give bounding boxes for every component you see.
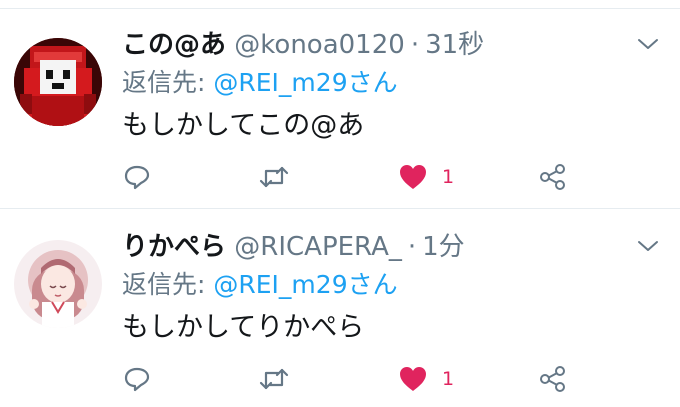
- retweet-button[interactable]: [258, 160, 290, 194]
- reply-icon: [124, 165, 150, 190]
- reply-button[interactable]: [122, 160, 152, 194]
- heart-icon: [400, 165, 426, 189]
- reply-to-link[interactable]: @REI_m29さん: [213, 68, 397, 97]
- avatar[interactable]: [14, 38, 102, 126]
- like-count: 1: [442, 166, 455, 188]
- display-name[interactable]: この@あ: [122, 30, 226, 60]
- user-handle[interactable]: @RICAPERA_: [234, 232, 402, 262]
- avatar-image: [14, 240, 102, 328]
- tweet-actions: 1: [122, 362, 662, 396]
- display-name[interactable]: りかぺら: [122, 232, 226, 262]
- tweet-text: もしかしてりかぺら: [122, 312, 365, 343]
- avatar[interactable]: [14, 240, 102, 328]
- like-button[interactable]: 1: [398, 160, 454, 194]
- chevron-down-icon[interactable]: [636, 34, 660, 54]
- retweet-button[interactable]: [258, 362, 290, 396]
- reply-button[interactable]: [122, 362, 152, 396]
- separator-dot: ·: [410, 30, 420, 60]
- timestamp[interactable]: 31秒: [425, 30, 484, 60]
- retweet-icon: [259, 368, 289, 390]
- share-icon: [540, 164, 565, 190]
- tweet[interactable]: りかぺら @RICAPERA_ · 1分 返信先: @REI_m29さん もしかして…: [0, 210, 680, 407]
- chevron-down-icon[interactable]: [636, 236, 660, 256]
- retweet-icon: [259, 166, 289, 188]
- avatar-image: [14, 38, 102, 126]
- tweet-header: この@あ @konoa0120 · 31秒: [122, 28, 484, 62]
- reply-context: 返信先: @REI_m29さん: [122, 66, 398, 100]
- reply-label: 返信先:: [122, 270, 206, 299]
- share-icon: [540, 366, 565, 392]
- user-handle[interactable]: @konoa0120: [234, 30, 405, 60]
- reply-context: 返信先: @REI_m29さん: [122, 268, 398, 302]
- separator-dot: ·: [407, 232, 417, 262]
- reply-to-link[interactable]: @REI_m29さん: [213, 270, 397, 299]
- share-button[interactable]: [538, 362, 568, 396]
- tweet-header: りかぺら @RICAPERA_ · 1分: [122, 230, 465, 264]
- tweet-actions: 1: [122, 160, 662, 194]
- tweet[interactable]: この@あ @konoa0120 · 31秒 返信先: @REI_m29さん もしかし…: [0, 8, 680, 209]
- tweet-text: もしかしてこの@あ: [122, 110, 365, 141]
- reply-label: 返信先:: [122, 68, 206, 97]
- heart-icon: [400, 367, 426, 391]
- reply-icon: [124, 367, 150, 392]
- timestamp[interactable]: 1分: [422, 232, 465, 262]
- like-button[interactable]: 1: [398, 362, 454, 396]
- share-button[interactable]: [538, 160, 568, 194]
- like-count: 1: [442, 368, 455, 390]
